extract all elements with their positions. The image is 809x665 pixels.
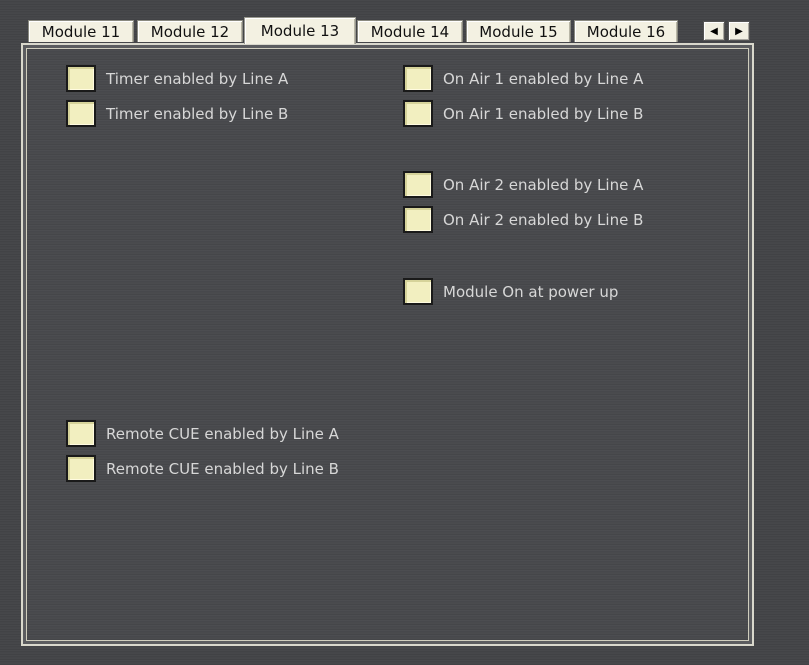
tab-module-13[interactable]: Module 13 <box>244 17 356 44</box>
checkbox-box[interactable] <box>403 171 433 198</box>
timer-line-b-checkbox[interactable]: Timer enabled by Line B <box>66 100 288 127</box>
checkbox-box[interactable] <box>403 65 433 92</box>
checkbox-box[interactable] <box>66 100 96 127</box>
checkbox-box[interactable] <box>66 420 96 447</box>
onair1-line-b-checkbox[interactable]: On Air 1 enabled by Line B <box>403 100 643 127</box>
onair2-line-b-label: On Air 2 enabled by Line B <box>443 210 644 229</box>
tab-scroll-right-button[interactable]: ▶ <box>728 21 750 41</box>
onair2-line-a-checkbox[interactable]: On Air 2 enabled by Line A <box>403 171 643 198</box>
onair1-line-a-label: On Air 1 enabled by Line A <box>443 69 644 88</box>
checkbox-box[interactable] <box>66 65 96 92</box>
remote-cue-line-a-checkbox[interactable]: Remote CUE enabled by Line A <box>66 420 339 447</box>
timer-line-a-label: Timer enabled by Line A <box>106 69 289 88</box>
tab-module-15[interactable]: Module 15 <box>466 20 571 42</box>
module-on-power-up-label: Module On at power up <box>443 282 619 301</box>
arrow-left-icon: ◀ <box>710 25 718 37</box>
checkbox-box[interactable] <box>403 278 433 305</box>
module-on-power-up-checkbox[interactable]: Module On at power up <box>403 278 618 305</box>
remote-cue-line-a-label: Remote CUE enabled by Line A <box>106 424 339 443</box>
module-settings-panel <box>21 43 754 646</box>
remote-cue-line-b-checkbox[interactable]: Remote CUE enabled by Line B <box>66 455 339 482</box>
checkbox-box[interactable] <box>403 206 433 233</box>
onair1-line-a-checkbox[interactable]: On Air 1 enabled by Line A <box>403 65 643 92</box>
tab-module-16[interactable]: Module 16 <box>574 20 678 42</box>
checkbox-box[interactable] <box>403 100 433 127</box>
tab-module-14[interactable]: Module 14 <box>357 20 463 42</box>
tab-scroll-left-button[interactable]: ◀ <box>703 21 725 41</box>
timer-line-b-label: Timer enabled by Line B <box>106 104 289 123</box>
onair1-line-b-label: On Air 1 enabled by Line B <box>443 104 644 123</box>
timer-line-a-checkbox[interactable]: Timer enabled by Line A <box>66 65 288 92</box>
tab-module-11[interactable]: Module 11 <box>28 20 134 42</box>
onair2-line-b-checkbox[interactable]: On Air 2 enabled by Line B <box>403 206 643 233</box>
remote-cue-line-b-label: Remote CUE enabled by Line B <box>106 459 339 478</box>
onair2-line-a-label: On Air 2 enabled by Line A <box>443 175 644 194</box>
tab-module-12[interactable]: Module 12 <box>137 20 243 42</box>
checkbox-box[interactable] <box>66 455 96 482</box>
arrow-right-icon: ▶ <box>735 25 743 37</box>
